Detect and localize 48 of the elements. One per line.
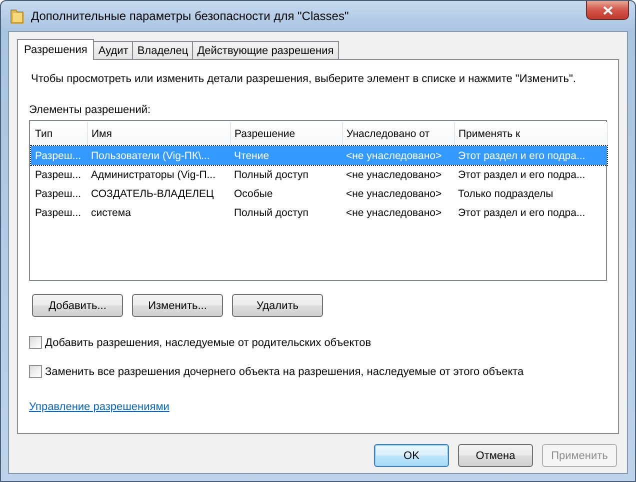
list-row[interactable]: Разреш... СОЗДАТЕЛЬ-ВЛАДЕЛЕЦ Особые <не унаследовано> Только подразделы xyxy=(31,184,607,203)
table-cell: Пользователи (Vig-ПК\... xyxy=(87,146,230,165)
table-cell-text: Только подразделы xyxy=(457,186,554,202)
add-button[interactable]: Добавить... xyxy=(32,294,123,317)
table-cell-text: Разреш... xyxy=(34,206,82,220)
list-row[interactable]: Разреш... Администраторы (Vig-П... Полный доступ <не унаследовано> Этот раздел и его подра... xyxy=(31,165,607,184)
tab[interactable]: Действующие разрешения xyxy=(192,41,339,59)
ok-button[interactable]: OK xyxy=(374,444,449,467)
table-cell-text: <не унаследовано> xyxy=(345,186,443,202)
table-cell-text: Разреш... xyxy=(34,186,82,202)
manage-permissions-link[interactable]: Управление разрешениями xyxy=(29,401,170,413)
instruction-text: Чтобы просмотреть или изменить детали разрешения, выберите элемент в списке и нажмите "Изменить". xyxy=(31,72,576,86)
table-cell: Чтение xyxy=(230,146,342,165)
table-cell-text: Этот раздел и его подра... xyxy=(457,206,586,220)
close-icon xyxy=(602,6,612,14)
checkbox-label: Заменить все разрешения дочернего объекта на разрешения, наследуемые от этого объекта xyxy=(45,366,524,378)
table-cell-text: Полный доступ xyxy=(233,206,310,220)
table-cell: Этот раздел и его подра... xyxy=(454,146,607,165)
column-header[interactable]: Тип xyxy=(31,122,87,146)
checkbox[interactable] xyxy=(29,365,42,378)
tab[interactable]: Аудит xyxy=(93,41,134,59)
close-button[interactable] xyxy=(586,1,629,20)
table-cell-text: <не унаследовано> xyxy=(345,206,443,220)
table-cell-text: СОЗДАТЕЛЬ-ВЛАДЕЛЕЦ xyxy=(90,186,215,202)
cancel-button[interactable]: Отмена xyxy=(458,444,533,467)
checkbox-label: Добавить разрешения, наследуемые от родительских объектов xyxy=(45,336,372,348)
table-cell-text: система xyxy=(90,206,132,220)
table-cell: <не унаследовано> xyxy=(342,146,454,165)
table-cell: Полный доступ xyxy=(230,165,342,184)
window-title: Дополнительные параметры безопасности для "Classes" xyxy=(31,9,350,23)
column-header[interactable]: Имя xyxy=(87,122,230,146)
list-row[interactable]: Разреш... система Полный доступ <не унаследовано> Этот раздел и его подра... xyxy=(31,203,607,222)
edit-button[interactable]: Изменить... xyxy=(132,294,223,317)
table-cell: <не унаследовано> xyxy=(342,165,454,184)
remove-button[interactable]: Удалить xyxy=(232,294,323,317)
table-cell: Администраторы (Vig-П... xyxy=(87,165,230,184)
tab[interactable]: Владелец xyxy=(132,41,194,59)
table-cell: Этот раздел и его подра... xyxy=(454,165,607,184)
table-cell: Разреш... xyxy=(31,146,87,165)
tab[interactable]: Разрешения xyxy=(17,39,94,60)
column-header[interactable]: Применять к xyxy=(454,122,607,146)
column-header[interactable]: Унаследовано от xyxy=(342,122,454,146)
list-label: Элементы разрешений: xyxy=(29,104,152,116)
table-cell-text: Особые xyxy=(233,186,274,202)
table-cell: Разреш... xyxy=(31,165,87,184)
folder-icon xyxy=(9,8,25,24)
checkbox[interactable] xyxy=(29,336,42,349)
column-header[interactable]: Разрешение xyxy=(230,122,342,146)
